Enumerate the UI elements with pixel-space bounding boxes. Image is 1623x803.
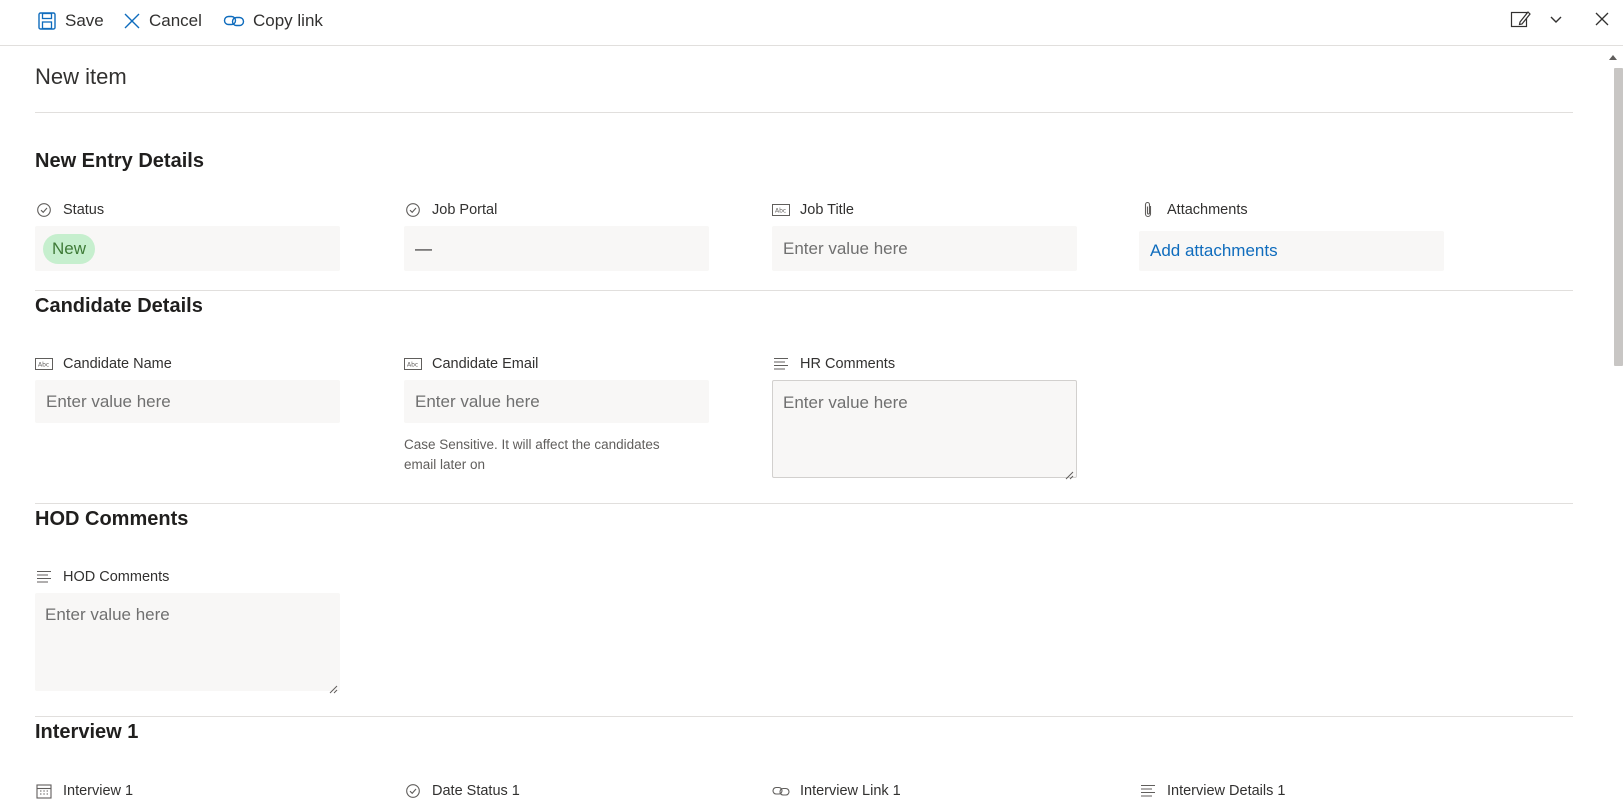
status-input[interactable]: New	[35, 226, 340, 271]
expand-menu-button[interactable]	[1549, 8, 1563, 34]
link-icon	[223, 12, 245, 30]
attachments-label: Attachments	[1167, 202, 1248, 218]
edit-form-icon	[1510, 9, 1532, 34]
text-field-icon: Abc	[404, 356, 422, 372]
divider	[35, 716, 1573, 717]
candidate-name-label: Candidate Name	[63, 356, 172, 372]
hod-comments-placeholder: Enter value here	[45, 605, 170, 624]
divider	[35, 112, 1573, 113]
chevron-down-icon	[1549, 12, 1563, 31]
interview-details-1-field: Interview Details 1	[1139, 781, 1444, 801]
hod-comments-label: HOD Comments	[63, 569, 170, 585]
choice-icon	[404, 783, 422, 799]
text-field-icon: Abc	[35, 356, 53, 372]
save-icon	[37, 11, 57, 31]
multiline-text-icon	[772, 356, 790, 372]
date-status-1-field: Date Status 1	[404, 781, 709, 801]
page-title: New item	[35, 64, 127, 89]
hr-comments-textarea[interactable]: Enter value here	[772, 380, 1077, 480]
job-portal-input[interactable]: —	[404, 226, 709, 271]
choice-icon	[35, 202, 53, 218]
divider	[35, 290, 1573, 291]
status-field: Status New	[35, 200, 340, 271]
cancel-button[interactable]: Cancel	[123, 8, 202, 34]
add-attachments-link[interactable]: Add attachments	[1150, 241, 1278, 261]
hod-comments-textarea[interactable]: Enter value here	[35, 593, 340, 694]
copy-link-button[interactable]: Copy link	[223, 8, 323, 34]
link-icon	[772, 783, 790, 799]
hod-comments-field: HOD Comments Enter value here	[35, 567, 340, 694]
candidate-email-input[interactable]: Enter value here	[404, 380, 709, 423]
job-portal-field: Job Portal —	[404, 200, 709, 271]
cancel-label: Cancel	[149, 11, 202, 30]
hr-comments-label: HR Comments	[800, 356, 896, 372]
scroll-up-arrow[interactable]	[1609, 55, 1617, 60]
multiline-text-icon	[35, 569, 53, 585]
text-field-icon: Abc	[772, 202, 790, 218]
save-label: Save	[65, 11, 104, 30]
section-title-hod: HOD Comments	[35, 508, 189, 530]
attachments-field: Attachments Add attachments	[1139, 200, 1444, 271]
close-panel-button[interactable]	[1594, 8, 1610, 34]
job-title-field: Abc Job Title Enter value here	[772, 200, 1077, 271]
interview-1-date-label: Interview 1	[63, 783, 134, 799]
candidate-name-field: Abc Candidate Name Enter value here	[35, 354, 340, 423]
resize-handle-icon[interactable]	[328, 679, 338, 694]
svg-text:Abc: Abc	[407, 362, 418, 369]
choice-icon	[404, 202, 422, 218]
job-title-label: Job Title	[800, 202, 854, 218]
svg-text:Abc: Abc	[38, 362, 49, 369]
candidate-name-input[interactable]: Enter value here	[35, 380, 340, 423]
scrollbar-thumb[interactable]	[1614, 68, 1623, 366]
candidate-email-label: Candidate Email	[432, 356, 539, 372]
job-portal-label: Job Portal	[432, 202, 498, 218]
multiline-text-icon	[1139, 783, 1157, 799]
job-title-input[interactable]: Enter value here	[772, 226, 1077, 271]
interview-1-date-field: Interview 1	[35, 781, 340, 801]
hr-comments-field: HR Comments Enter value here	[772, 354, 1077, 480]
svg-text:Abc: Abc	[775, 208, 786, 215]
copy-link-label: Copy link	[253, 11, 323, 30]
edit-form-button[interactable]	[1510, 8, 1532, 34]
hr-comments-placeholder: Enter value here	[783, 393, 908, 412]
interview-details-1-label: Interview Details 1	[1167, 783, 1286, 799]
divider	[35, 503, 1573, 504]
calendar-icon	[35, 783, 53, 799]
resize-handle-icon[interactable]	[1064, 465, 1074, 480]
save-button[interactable]: Save	[37, 8, 104, 34]
candidate-email-field: Abc Candidate Email Enter value here Cas…	[404, 354, 709, 475]
close-icon	[1594, 11, 1610, 32]
command-bar: Save Cancel Copy link	[0, 0, 1623, 46]
candidate-email-hint: Case Sensitive. It will affect the candi…	[404, 437, 660, 472]
paperclip-icon	[1139, 201, 1157, 218]
interview-link-1-field: Interview Link 1	[772, 781, 1077, 801]
section-title-interview-1: Interview 1	[35, 721, 139, 743]
date-status-1-label: Date Status 1	[432, 783, 520, 799]
status-label: Status	[63, 202, 105, 218]
close-icon	[123, 12, 141, 30]
section-title-candidate: Candidate Details	[35, 295, 203, 317]
status-badge: New	[43, 233, 96, 264]
interview-link-1-label: Interview Link 1	[800, 783, 901, 799]
section-title-entry: New Entry Details	[35, 150, 204, 172]
